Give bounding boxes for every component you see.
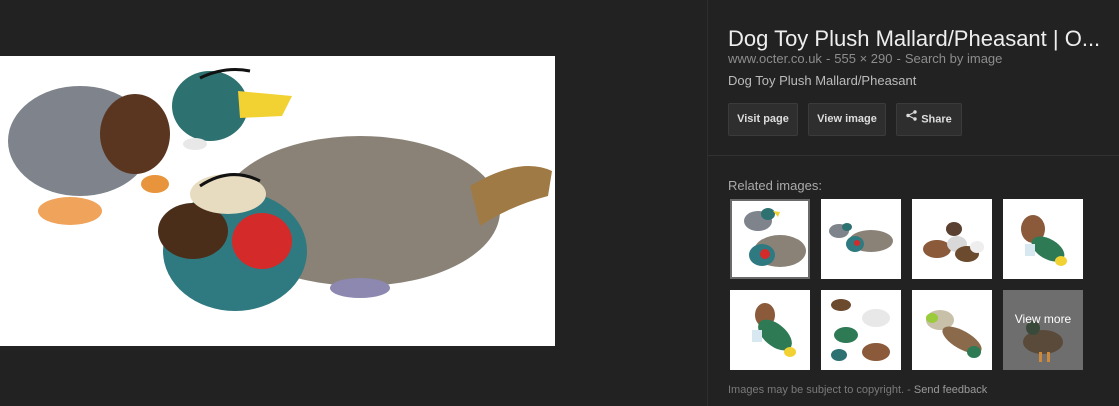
meta-separator: - xyxy=(825,51,831,66)
section-divider xyxy=(708,155,1119,156)
result-description: Dog Toy Plush Mallard/Pheasant xyxy=(728,73,917,88)
related-thumbnail[interactable] xyxy=(730,290,810,370)
related-thumbnail[interactable] xyxy=(912,199,992,279)
result-meta: www.octer.co.uk -555 × 290- Search by imag… xyxy=(728,51,1002,66)
send-feedback-link[interactable]: Send feedback xyxy=(914,384,987,396)
result-dimensions: 555 × 290 xyxy=(834,51,893,66)
view-image-button[interactable]: View image xyxy=(808,103,886,136)
view-more-thumbnail[interactable]: View more xyxy=(1003,290,1083,370)
related-thumbnail[interactable] xyxy=(1003,199,1083,279)
view-more-label: View more xyxy=(1014,312,1072,326)
copyright-notice: Images may be subject to copyright. xyxy=(728,384,905,396)
related-thumbnail[interactable] xyxy=(821,199,901,279)
search-by-image-link[interactable]: Search by image xyxy=(905,51,1003,66)
visit-page-button[interactable]: Visit page xyxy=(728,103,798,136)
share-icon xyxy=(906,103,917,134)
footer: Images may be subject to copyright. - Se… xyxy=(728,384,987,396)
image-info-panel: Dog Toy Plush Mallard/Pheasant | O... ww… xyxy=(708,0,1119,406)
related-thumbnail[interactable] xyxy=(912,290,992,370)
related-thumbnail[interactable] xyxy=(821,290,901,370)
footer-separator: - xyxy=(907,384,911,396)
meta-separator: - xyxy=(896,51,901,66)
share-button[interactable]: Share xyxy=(896,103,962,136)
main-image[interactable] xyxy=(0,56,555,346)
related-images-heading: Related images: xyxy=(728,178,822,193)
image-preview-area xyxy=(0,0,708,406)
related-thumbnail[interactable] xyxy=(730,199,810,279)
result-title[interactable]: Dog Toy Plush Mallard/Pheasant | O... xyxy=(728,26,1114,52)
result-domain[interactable]: www.octer.co.uk xyxy=(728,51,822,66)
share-label: Share xyxy=(921,113,952,126)
